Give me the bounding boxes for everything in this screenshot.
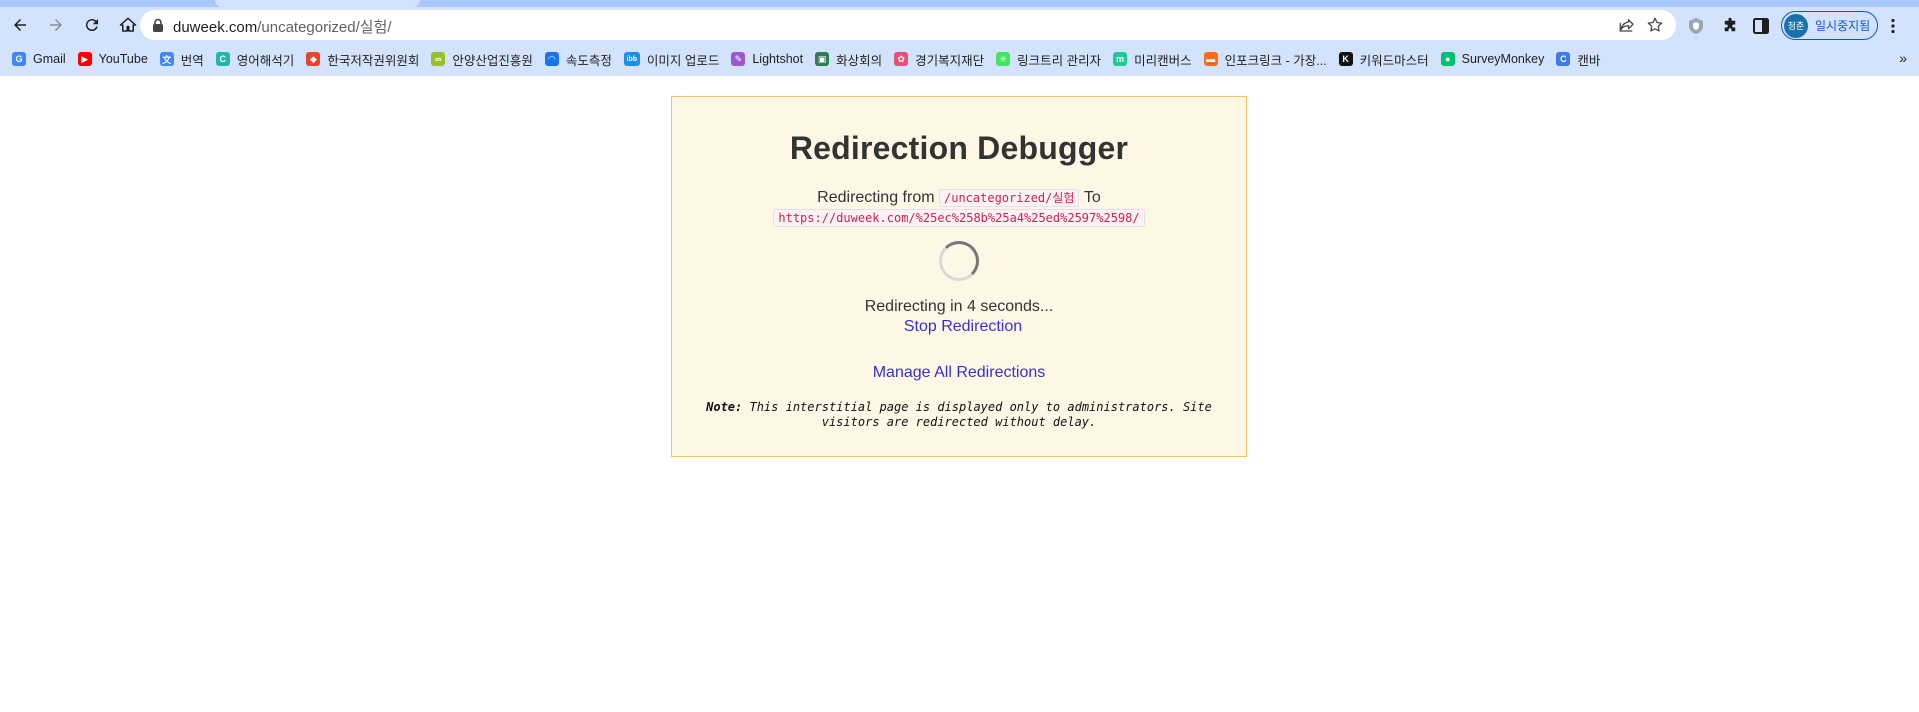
imgbb-icon: ibb [623, 52, 640, 66]
bookmark-item[interactable]: ✿ 경기복지재단 [888, 47, 990, 71]
bookmark-label: 화상회의 [836, 53, 883, 68]
url-path: /uncategorized/실험/ [257, 19, 392, 36]
bookmark-item[interactable]: ◠ 속도측정 [539, 47, 618, 71]
linktree-icon: ✳ [996, 52, 1011, 66]
bookmark-label: 영어해석기 [236, 53, 295, 68]
surveymonkey-icon: ● [1440, 52, 1455, 66]
bookmark-list: G Gmail ▶ YouTube 文 번역 C 영어해석기 ◆ 한국저작권위원회 ∞ 안양산업진흥원… [6, 47, 1606, 71]
from-path: /uncategorized/실험 [939, 189, 1080, 207]
browser-chrome: duweek.com/uncategorized/실험/ 청춘 일시중지됨 GG… [0, 0, 1919, 76]
canva-icon: C [1556, 52, 1571, 66]
bookmark-label: 경기복지재단 [915, 53, 985, 68]
forward-button[interactable] [41, 10, 71, 40]
google-icon: G [12, 52, 26, 66]
redirection-debugger-card: Redirection Debugger Redirecting from /u… [671, 96, 1247, 457]
to-label: To [1083, 189, 1101, 206]
anyang-icon: ∞ [431, 52, 446, 66]
loading-spinner-icon [939, 241, 979, 281]
kebab-menu-icon[interactable] [1890, 18, 1896, 34]
note-label: Note: [706, 400, 743, 414]
browser-toolbar: duweek.com/uncategorized/실험/ 청춘 일시중지됨 [0, 7, 1919, 43]
arrow-right-icon [50, 19, 62, 31]
bookmark-item[interactable]: ✎ Lightshot [725, 47, 809, 71]
address-bar[interactable]: duweek.com/uncategorized/실험/ [140, 10, 1676, 40]
meeting-icon: ▣ [815, 52, 830, 66]
bookmark-item[interactable]: ibb 이미지 업로드 [618, 47, 725, 71]
reload-button[interactable] [77, 10, 107, 40]
redirecting-from-label: Redirecting from [817, 189, 935, 206]
admin-note: Note: This interstitial page is displaye… [699, 400, 1219, 430]
bookmark-label: 인포크링크 - 가장... [1224, 53, 1327, 68]
bookmark-item[interactable]: ▶ YouTube [72, 47, 154, 71]
bookmark-item[interactable]: ▣ 화상회의 [809, 47, 888, 71]
speedometer-icon: ◠ [544, 52, 559, 66]
bookmark-item[interactable]: G Gmail [6, 47, 72, 71]
chat-icon: C [215, 52, 230, 66]
page-title: Redirection Debugger [789, 130, 1129, 166]
keyword-master-icon: K [1338, 52, 1353, 66]
bookmarks-overflow-button[interactable]: » [1899, 50, 1907, 66]
home-button[interactable] [113, 10, 143, 40]
bookmark-label: 미리캔버스 [1134, 53, 1192, 68]
bookmark-star-icon[interactable] [1646, 16, 1664, 34]
to-url: https://duweek.com/%25ec%258b%25a4%25ed%… [773, 209, 1145, 227]
page-content: Redirection Debugger Redirecting from /u… [0, 76, 1919, 712]
url-text[interactable]: duweek.com/uncategorized/실험/ [173, 16, 392, 37]
youtube-icon: ▶ [77, 52, 92, 66]
avatar: 청춘 [1784, 13, 1808, 38]
active-tab[interactable] [215, 0, 420, 7]
lock-icon[interactable] [152, 18, 164, 32]
reload-icon [85, 19, 98, 32]
side-panel-icon[interactable] [1753, 18, 1769, 34]
url-host: duweek.com [173, 19, 258, 36]
share-icon[interactable] [1618, 16, 1636, 34]
inpock-icon: ▬ [1203, 52, 1218, 66]
bookmark-label: 번역 [180, 53, 204, 68]
countdown-text: Redirecting in 4 seconds... [864, 298, 1054, 315]
bookmark-label: SurveyMonkey [1461, 52, 1545, 66]
bookmark-item[interactable]: C 캔바 [1550, 47, 1606, 71]
bookmark-label: 속도측정 [565, 53, 612, 68]
bookmark-label: 이미지 업로드 [646, 53, 720, 68]
bookmark-item[interactable]: ✳ 링크트리 관리자 [990, 47, 1107, 71]
back-button[interactable] [5, 10, 35, 40]
bookmark-item[interactable]: K 키워드마스터 [1333, 47, 1435, 71]
bookmark-item[interactable]: ∞ 안양산업진흥원 [425, 47, 539, 71]
bookmark-item[interactable]: m 미리캔버스 [1107, 47, 1198, 71]
bookmark-label: YouTube [98, 52, 148, 66]
bookmark-label: 한국저작권위원회 [327, 53, 420, 68]
extensions-puzzle-icon[interactable] [1721, 17, 1739, 35]
bookmark-item[interactable]: ◆ 한국저작권위원회 [300, 47, 425, 71]
feather-icon: ✎ [731, 52, 746, 66]
bookmark-item[interactable]: ▬ 인포크링크 - 가장... [1198, 47, 1333, 71]
bookmark-label: 캔바 [1577, 53, 1601, 68]
bookmark-label: Lightshot [752, 52, 804, 66]
bookmark-label: 키워드마스터 [1359, 53, 1429, 68]
bookmark-label: Gmail [33, 52, 66, 66]
note-text: This interstitial page is displayed only… [749, 400, 1212, 429]
bookmark-item[interactable]: ● SurveyMonkey [1435, 47, 1551, 71]
bookmark-label: 링크트리 관리자 [1017, 53, 1102, 68]
redirect-summary: Redirecting from /uncategorized/실험 To ht… [672, 188, 1246, 228]
manage-redirections-link[interactable]: Manage All Redirections [672, 364, 1246, 382]
shield-extension-icon[interactable] [1688, 17, 1704, 35]
bookmark-item[interactable]: 文 번역 [154, 47, 210, 71]
stop-redirection-link[interactable]: Stop Redirection [672, 318, 1246, 336]
bookmark-item[interactable]: C 영어해석기 [210, 47, 301, 71]
home-icon [119, 17, 137, 32]
profile-button[interactable]: 청춘 일시중지됨 [1781, 11, 1878, 40]
bookmarks-bar: G Gmail ▶ YouTube 文 번역 C 영어해석기 ◆ 한국저작권위원회 ∞ 안양산업진흥원… [0, 45, 1919, 73]
miricanvas-icon: m [1113, 52, 1128, 66]
translate-icon: 文 [159, 52, 174, 66]
welfare-icon: ✿ [894, 52, 909, 66]
arrow-left-icon [14, 19, 26, 31]
bookmark-label: 안양산업진흥원 [452, 53, 533, 68]
profile-status-label: 일시중지됨 [1815, 19, 1871, 33]
copyright-icon: ◆ [306, 52, 321, 66]
